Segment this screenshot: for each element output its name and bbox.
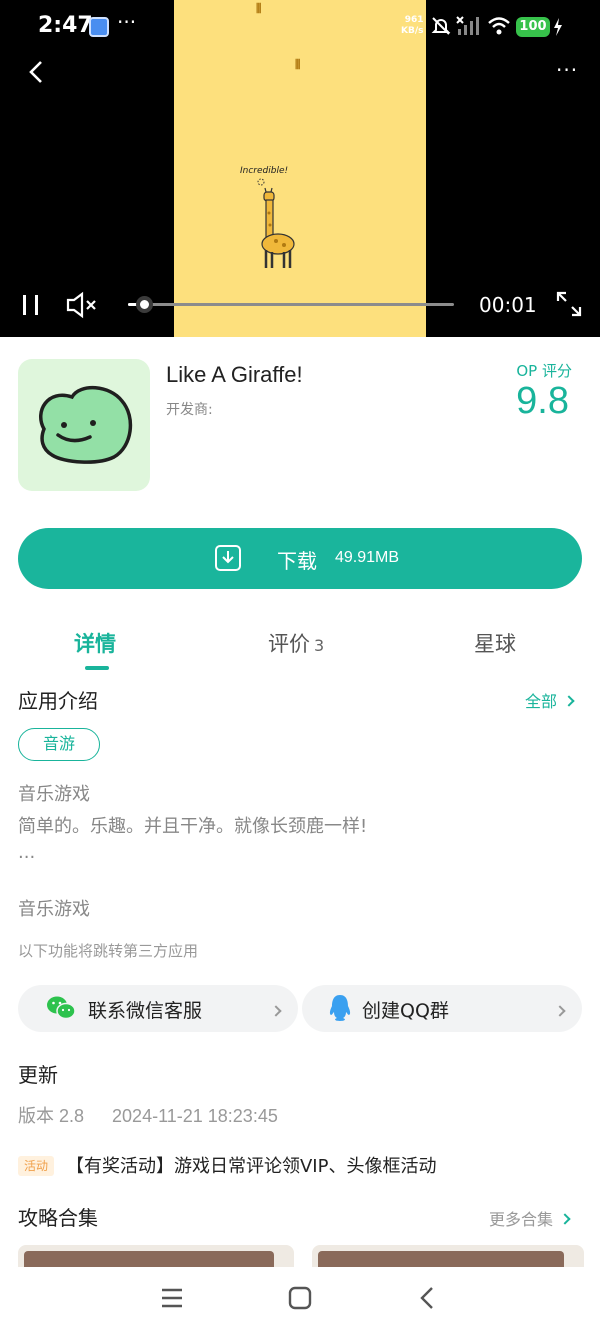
chevron-right-icon bbox=[554, 1002, 566, 1021]
green-blob-icon bbox=[38, 385, 133, 464]
home-icon[interactable] bbox=[286, 1284, 314, 1312]
wechat-service-label: 联系微信客服 bbox=[88, 1000, 203, 1022]
download-label: 下载 bbox=[277, 549, 317, 573]
guide-card[interactable] bbox=[18, 1245, 294, 1267]
intro-ellipsis: ... bbox=[18, 842, 36, 863]
guide-card[interactable] bbox=[312, 1245, 584, 1267]
activity-badge: 活动 bbox=[18, 1156, 54, 1176]
charging-icon bbox=[554, 18, 562, 36]
notification-app-icon bbox=[89, 17, 109, 37]
bell-muted-icon bbox=[431, 17, 451, 35]
network-speed: 961 KB/s bbox=[401, 15, 423, 37]
tab-active-indicator bbox=[85, 666, 109, 670]
intro-line: 音乐游戏 bbox=[18, 899, 90, 920]
review-count: 3 bbox=[314, 636, 325, 655]
signal-icon bbox=[456, 16, 479, 35]
app-name: Like A Giraffe! bbox=[166, 362, 303, 387]
guides-more-link[interactable]: 更多合集 bbox=[489, 1206, 571, 1230]
genre-tag[interactable]: 音游 bbox=[18, 728, 100, 761]
version-text: 版本 2.8 bbox=[18, 1106, 85, 1126]
fullscreen-icon[interactable] bbox=[555, 290, 583, 318]
status-more-dots: ··· bbox=[117, 10, 137, 34]
op-score-value: 9.8 bbox=[516, 380, 569, 422]
intro-title: 应用介绍 bbox=[18, 689, 98, 713]
video-progress-thumb[interactable] bbox=[136, 296, 153, 313]
intro-all-link[interactable]: 全部 bbox=[525, 688, 575, 712]
download-size: 49.91MB bbox=[335, 549, 400, 566]
chevron-right-icon bbox=[563, 695, 575, 707]
qq-group-label: 创建QQ群 bbox=[362, 1000, 449, 1022]
giraffe-icon bbox=[257, 178, 295, 268]
download-button[interactable]: 下载 49.91MB bbox=[18, 528, 582, 589]
create-qq-group-button[interactable]: 创建QQ群 bbox=[302, 985, 582, 1032]
intro-all-label: 全部 bbox=[525, 692, 558, 711]
video-progress-bar[interactable] bbox=[128, 303, 454, 306]
op-score-label: OP 评分 bbox=[516, 362, 572, 380]
tab-details[interactable]: 详情 bbox=[74, 628, 116, 658]
tab-reviews[interactable]: 评价 3 bbox=[268, 628, 324, 658]
download-icon bbox=[215, 545, 241, 571]
wifi-icon bbox=[488, 17, 510, 35]
menu-icon[interactable] bbox=[158, 1284, 186, 1312]
network-speed-unit: KB/s bbox=[401, 26, 424, 36]
pause-icon[interactable] bbox=[20, 293, 42, 317]
intro-line: 简单的。乐趣。并且干净。就像长颈鹿一样! bbox=[18, 816, 368, 837]
back-icon[interactable] bbox=[25, 58, 49, 86]
qq-icon bbox=[329, 995, 351, 1021]
chevron-right-icon bbox=[559, 1213, 571, 1225]
status-bar: 2:47 ··· 961 KB/s 100 bbox=[0, 0, 600, 56]
video-more-button[interactable]: ··· bbox=[556, 58, 578, 82]
nav-back-icon[interactable] bbox=[414, 1284, 442, 1312]
video-player[interactable]: ⫴ ⫴ Incredible! 2:47 ··· 961 KB/s 100 ··… bbox=[0, 0, 600, 337]
update-meta: 版本 2.8 2024-11-21 18:23:45 bbox=[18, 1102, 278, 1128]
update-datetime: 2024-11-21 18:23:45 bbox=[112, 1106, 278, 1126]
guides-title: 攻略合集 bbox=[18, 1206, 98, 1230]
network-speed-value: 961 bbox=[404, 15, 424, 25]
status-time: 2:47 bbox=[38, 13, 93, 38]
tab-planet[interactable]: 星球 bbox=[474, 628, 516, 658]
update-title: 更新 bbox=[18, 1063, 58, 1087]
battery-indicator: 100 bbox=[516, 17, 550, 37]
wechat-service-button[interactable]: 联系微信客服 bbox=[18, 985, 298, 1032]
video-controls: 00:01 bbox=[0, 285, 600, 325]
mute-icon[interactable] bbox=[66, 291, 100, 319]
developer-label: 开发商: bbox=[166, 402, 213, 418]
video-overlay-text: Incredible! bbox=[240, 166, 289, 176]
video-current-time: 00:01 bbox=[479, 293, 537, 317]
guides-more-label: 更多合集 bbox=[489, 1210, 554, 1229]
chevron-right-icon bbox=[270, 1002, 282, 1021]
tab-label: 评价 bbox=[268, 632, 310, 656]
intro-line: 音乐游戏 bbox=[18, 784, 90, 805]
activity-link[interactable]: 【有奖活动】游戏日常评论领VIP、头像框活动 bbox=[66, 1152, 436, 1178]
tab-label: 详情 bbox=[74, 632, 116, 656]
third-party-note: 以下功能将跳转第三方应用 bbox=[18, 942, 199, 960]
tab-label: 星球 bbox=[474, 632, 516, 656]
system-nav-bar bbox=[0, 1268, 600, 1333]
falling-note-icon: ⫴ bbox=[295, 58, 301, 73]
wechat-icon bbox=[47, 996, 76, 1020]
app-icon bbox=[18, 359, 150, 491]
